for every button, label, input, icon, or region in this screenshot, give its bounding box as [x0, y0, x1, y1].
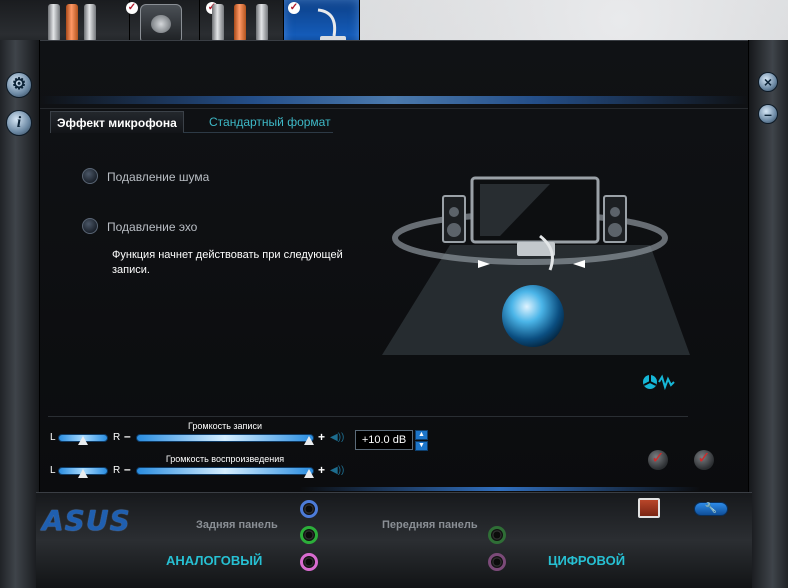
recording-db-value[interactable]: +10.0 dB [355, 430, 413, 450]
asus-logo: ASUS [42, 504, 131, 537]
header-glow [40, 96, 748, 104]
panel-divider [48, 416, 688, 417]
db-down-arrow-icon[interactable]: ▼ [415, 441, 428, 451]
playback-volume-thumb[interactable] [304, 469, 314, 478]
playback-minus[interactable]: – [124, 462, 131, 476]
playback-volume-slider[interactable] [136, 467, 314, 475]
rear-panel-label: Задняя панель [196, 519, 278, 531]
door-icon[interactable] [638, 498, 660, 518]
plug-icon [212, 4, 224, 42]
default-device-check-icon[interactable]: ✓ [648, 450, 668, 470]
tab-default-format[interactable]: Стандартный формат [203, 111, 337, 133]
check-icon: ✓ [288, 2, 300, 14]
minimize-icon[interactable]: – [758, 104, 778, 124]
balance-left-label: L [50, 465, 56, 476]
fan-wave-icon [643, 374, 675, 391]
front-pink-jack-icon[interactable] [488, 553, 506, 571]
balance-left-label: L [50, 432, 56, 443]
tab-underline [183, 132, 333, 133]
monitor-icon [140, 4, 182, 44]
rear-green-jack-icon[interactable] [300, 526, 318, 544]
analog-section-label: АНАЛОГОВЫЙ [166, 553, 263, 568]
effect-note: Функция начнет действовать при следующей… [112, 249, 343, 276]
rear-blue-jack-icon[interactable] [300, 500, 318, 518]
room-illustration [382, 176, 690, 355]
recording-plus[interactable]: + [318, 430, 325, 444]
rear-pink-jack-icon[interactable] [300, 553, 318, 571]
check-icon: ✓ [126, 2, 138, 14]
speaker-icon: ◀)) [330, 432, 345, 443]
recording-volume-thumb[interactable] [304, 436, 314, 445]
digital-section-label: ЦИФРОВОЙ [548, 553, 626, 568]
recording-minus[interactable]: – [124, 429, 131, 443]
playback-plus[interactable]: + [318, 463, 325, 477]
plug-icon [234, 4, 246, 42]
plug-icon [256, 4, 268, 42]
recording-volume-title: Громкость записи [188, 421, 262, 431]
close-icon[interactable]: × [758, 72, 778, 92]
info-icon[interactable]: i [6, 110, 32, 136]
settings-gear-icon[interactable]: ⚙ [6, 72, 32, 98]
plug-icon [66, 4, 78, 42]
recording-volume-slider[interactable] [136, 434, 314, 442]
recording-balance-thumb[interactable] [78, 436, 88, 445]
wrench-icon[interactable]: 🔧 [694, 502, 728, 516]
db-up-arrow-icon[interactable]: ▲ [415, 430, 428, 440]
front-green-jack-icon[interactable] [488, 526, 506, 544]
front-panel-label: Передняя панель [382, 519, 478, 531]
balance-right-label: R [113, 465, 121, 476]
bottom-glow [300, 487, 700, 491]
balance-right-label: R [113, 432, 121, 443]
plug-icon [84, 4, 96, 42]
playback-balance-thumb[interactable] [78, 469, 88, 478]
noise-suppression-radio[interactable] [82, 168, 98, 184]
plug-icon [48, 4, 60, 42]
echo-cancellation-label[interactable]: Подавление эхо [107, 220, 197, 234]
echo-cancellation-radio[interactable] [82, 218, 98, 234]
noise-suppression-label[interactable]: Подавление шума [107, 170, 209, 184]
tab-microphone-effect[interactable]: Эффект микрофона [50, 111, 184, 133]
set-default-check-icon[interactable]: ✓ [694, 450, 714, 470]
playback-volume-title: Громкость воспроизведения [165, 454, 285, 464]
speaker-icon: ◀)) [330, 465, 345, 476]
